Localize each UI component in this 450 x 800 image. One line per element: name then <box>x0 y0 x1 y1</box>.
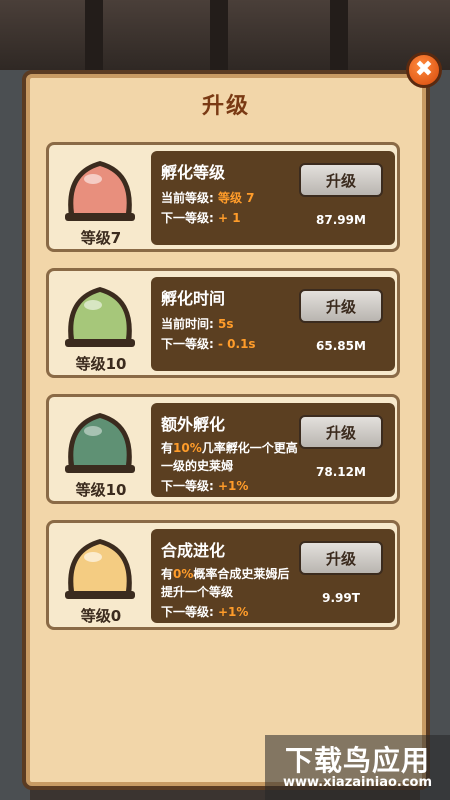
upgrade-card-merge-evolve: 等级0 合成进化 有0%概率合成史莱姆后 提升一个等级 下一等级: +1% 升级… <box>46 520 400 630</box>
next-level-line: 下一等级: +1% <box>161 477 248 494</box>
panel-title: 升级 <box>201 94 250 119</box>
description-line-2: 提升一个等级 <box>161 585 234 599</box>
next-level-label: 下一等级: <box>161 211 214 225</box>
next-level-value: +1% <box>218 479 249 493</box>
upgrade-info: 额外孵化 有10%几率孵化一个更高 一级的史莱姆 下一等级: +1% 升级 78… <box>151 403 395 497</box>
description-line-2: 一级的史莱姆 <box>161 459 234 473</box>
background-top <box>0 0 450 70</box>
description-suffix: 概率合成史莱姆后 <box>193 567 290 581</box>
description-percent: 0% <box>173 567 194 581</box>
upgrade-cost: 9.99T <box>322 591 360 605</box>
current-level-value: 等级 7 <box>218 191 255 205</box>
upgrade-name: 孵化时间 <box>161 289 226 308</box>
close-icon: ✖ <box>414 57 434 82</box>
background-beam <box>330 0 348 70</box>
current-level-label: 当前等级: <box>161 191 214 205</box>
next-level-value: +1% <box>218 605 249 619</box>
current-time-label: 当前时间: <box>161 317 214 331</box>
upgrade-cost: 65.85M <box>316 339 366 353</box>
watermark-title: 下载鸟应用 <box>284 744 430 777</box>
next-level-value: + 1 <box>218 211 241 225</box>
upgrade-card-hatch-time: 等级10 孵化时间 当前时间: 5s 下一等级: - 0.1s 升级 65.85… <box>46 268 400 378</box>
next-level-line: 下一等级: + 1 <box>161 209 241 226</box>
upgrade-cost: 87.99M <box>316 213 366 227</box>
current-time-line: 当前时间: 5s <box>161 315 234 332</box>
watermark: 下载鸟应用 www.xiazainiao.com <box>265 735 450 800</box>
upgrade-button[interactable]: 升级 <box>299 541 383 575</box>
description-suffix: 几率孵化一个更高 <box>201 441 298 455</box>
current-time-value: 5s <box>218 317 234 331</box>
next-level-label: 下一等级: <box>161 479 214 493</box>
upgrade-button[interactable]: 升级 <box>299 415 383 449</box>
level-label: 等级10 <box>75 481 127 499</box>
next-level-line: 下一等级: - 0.1s <box>161 335 256 352</box>
slime-icon <box>59 277 141 351</box>
upgrade-panel: 升级 等级7 孵化等级 当前等级: 等级 7 下一等级: + 1 升级 87.9… <box>22 70 430 790</box>
level-label: 等级10 <box>75 355 127 373</box>
upgrade-info: 合成进化 有0%概率合成史莱姆后 提升一个等级 下一等级: +1% 升级 9.9… <box>151 529 395 623</box>
description-line-1: 有0%概率合成史莱姆后 <box>161 565 289 582</box>
level-label: 等级7 <box>80 229 122 247</box>
upgrade-card-extra-hatch: 等级10 额外孵化 有10%几率孵化一个更高 一级的史莱姆 下一等级: +1% … <box>46 394 400 504</box>
current-level-line: 当前等级: 等级 7 <box>161 189 255 206</box>
next-level-label: 下一等级: <box>161 337 214 351</box>
upgrade-info: 孵化时间 当前时间: 5s 下一等级: - 0.1s 升级 65.85M <box>151 277 395 371</box>
watermark-url: www.xiazainiao.com <box>282 775 433 790</box>
background-beam <box>85 0 103 70</box>
slime-icon <box>59 151 141 225</box>
background-beam <box>210 0 228 70</box>
upgrade-button[interactable]: 升级 <box>299 289 383 323</box>
description-percent: 10% <box>173 441 202 455</box>
level-label: 等级0 <box>80 607 122 625</box>
upgrade-info: 孵化等级 当前等级: 等级 7 下一等级: + 1 升级 87.99M <box>151 151 395 245</box>
slime-icon <box>59 403 141 477</box>
next-level-line: 下一等级: +1% <box>161 603 248 620</box>
next-level-value: - 0.1s <box>218 337 256 351</box>
slime-icon <box>59 529 141 603</box>
upgrade-name: 孵化等级 <box>161 163 226 182</box>
description-prefix: 有 <box>161 441 174 455</box>
description-prefix: 有 <box>161 567 174 581</box>
upgrade-cost: 78.12M <box>316 465 366 479</box>
upgrade-name: 合成进化 <box>161 541 226 560</box>
description-line-1: 有10%几率孵化一个更高 <box>161 439 298 456</box>
upgrade-card-hatch-level: 等级7 孵化等级 当前等级: 等级 7 下一等级: + 1 升级 87.99M <box>46 142 400 252</box>
upgrade-button[interactable]: 升级 <box>299 163 383 197</box>
close-button[interactable]: ✖ <box>406 52 442 88</box>
upgrade-name: 额外孵化 <box>161 415 226 434</box>
next-level-label: 下一等级: <box>161 605 214 619</box>
